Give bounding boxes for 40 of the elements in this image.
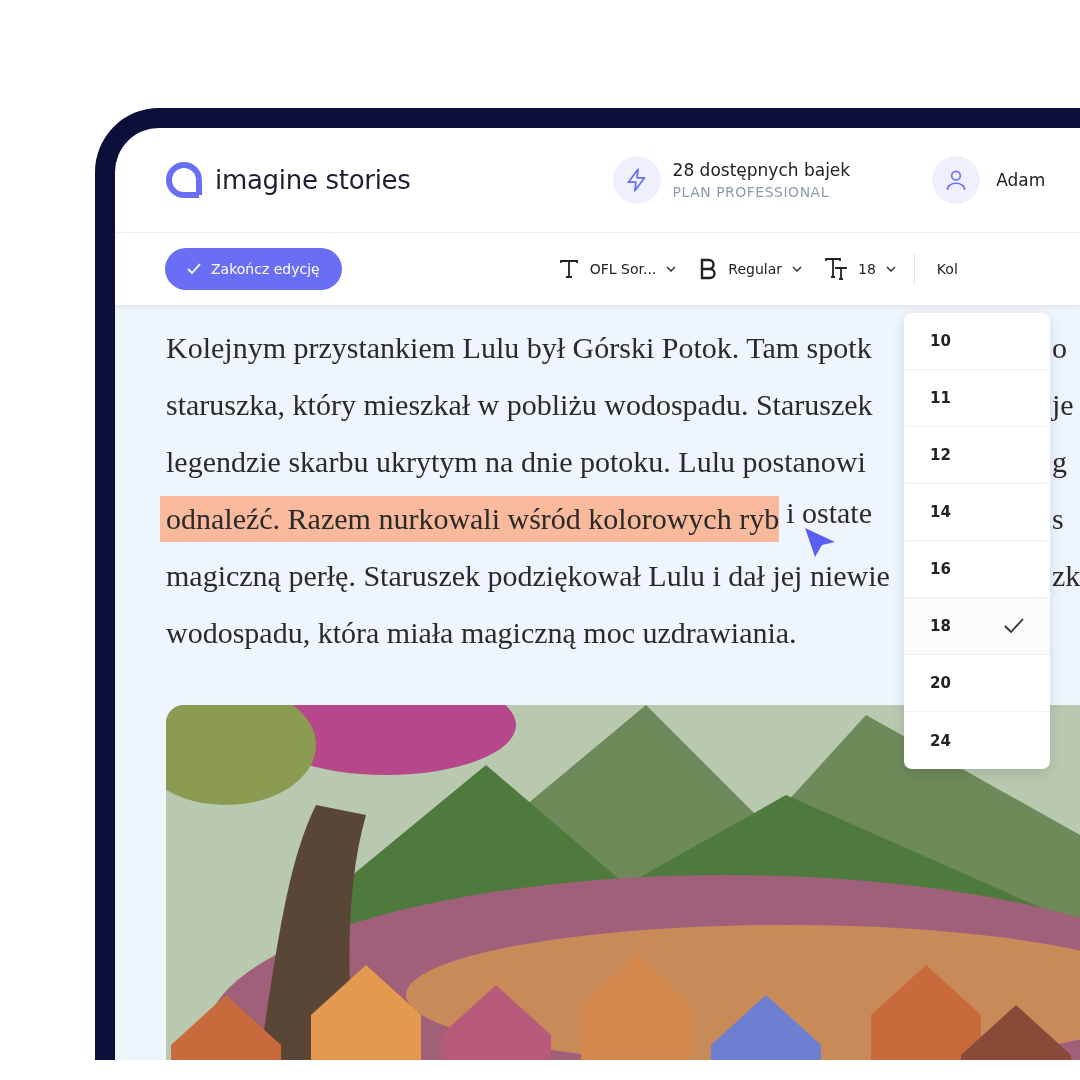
size-option[interactable]: 18 (904, 598, 1050, 655)
story-text: s (1052, 501, 1065, 536)
story-text: g (1052, 444, 1068, 479)
story-text: legendzie skarbu ukrytym na dnie potoku. Lulu postanowi (166, 444, 866, 479)
cursor-icon (803, 526, 837, 558)
weight-dropdown[interactable]: Regular (698, 258, 802, 280)
plan-label: PLAN PROFESSIONAL (672, 184, 830, 200)
story-text: magiczną perłę. Staruszek podziękował Lulu i dał jej niewie (166, 558, 890, 593)
size-dropdown[interactable]: 18 (824, 257, 896, 281)
story-text: i ostate (786, 495, 872, 531)
credits-count: 28 dostępnych bajek (672, 160, 851, 180)
size-option[interactable]: 20 (904, 655, 1050, 712)
story-text: zk (1052, 558, 1080, 593)
story-text: staruszka, który mieszkał w pobliżu wodospadu. Staruszek (166, 387, 873, 422)
check-icon (187, 263, 201, 275)
size-option[interactable]: 10 (904, 313, 1050, 370)
finish-editing-button[interactable]: Zakończ edycję (165, 248, 342, 290)
highlighted-text: odnaleźć. Razem nurkowali wśród kolorowych ryb (160, 495, 780, 542)
story-text: Kolejnym przystankiem Lulu był Górski Potok. Tam spotk (166, 330, 872, 365)
check-icon (1004, 618, 1024, 634)
size-option[interactable]: 24 (904, 712, 1050, 769)
user-name: Adam (996, 170, 1046, 190)
size-option[interactable]: 12 (904, 427, 1050, 484)
font-icon (557, 258, 580, 280)
color-label[interactable]: Kol (936, 261, 958, 277)
chevron-icon (666, 266, 677, 272)
logo-text: imagine stories (215, 165, 411, 195)
chevron-icon (885, 266, 896, 272)
bolt-icon (612, 156, 661, 204)
user-icon[interactable] (932, 156, 981, 204)
chevron-icon (792, 266, 802, 272)
font-dropdown[interactable]: OFL Sor... (557, 258, 677, 280)
story-text: je (1052, 387, 1075, 422)
font-size-icon (824, 257, 848, 281)
size-option[interactable]: 14 (904, 484, 1050, 541)
logo-icon (165, 161, 203, 199)
bold-icon (698, 258, 719, 280)
size-option[interactable]: 11 (904, 370, 1050, 427)
story-text: o (1052, 330, 1068, 365)
story-text: wodospadu, która miała magiczną moc uzdrawiania. (166, 615, 797, 650)
